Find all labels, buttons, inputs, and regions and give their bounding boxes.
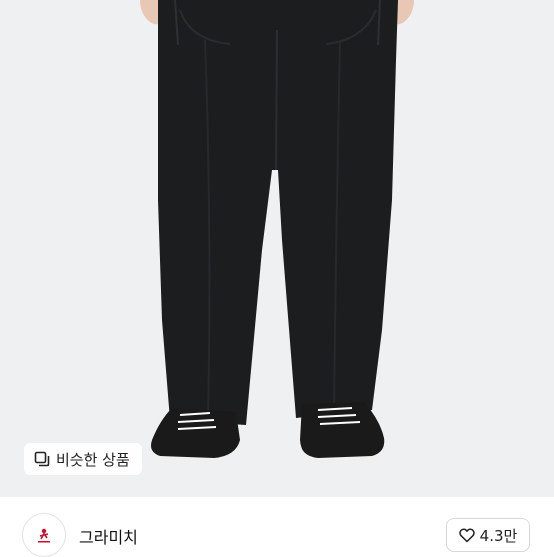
similar-products-icon bbox=[34, 451, 50, 467]
like-count: 4.3만 bbox=[479, 526, 518, 545]
heart-outline-icon bbox=[458, 527, 475, 543]
similar-products-button[interactable]: 비슷한 상품 bbox=[24, 443, 142, 475]
brand-name[interactable]: 그라미치 bbox=[79, 524, 138, 548]
pants-photo-illustration bbox=[0, 0, 554, 497]
gramicci-logo-icon[interactable] bbox=[22, 513, 66, 557]
brand-row: 그라미치 4.3만 bbox=[0, 497, 554, 557]
like-button[interactable]: 4.3만 bbox=[446, 518, 530, 552]
product-image[interactable] bbox=[0, 0, 554, 497]
similar-products-label: 비슷한 상품 bbox=[56, 450, 130, 469]
